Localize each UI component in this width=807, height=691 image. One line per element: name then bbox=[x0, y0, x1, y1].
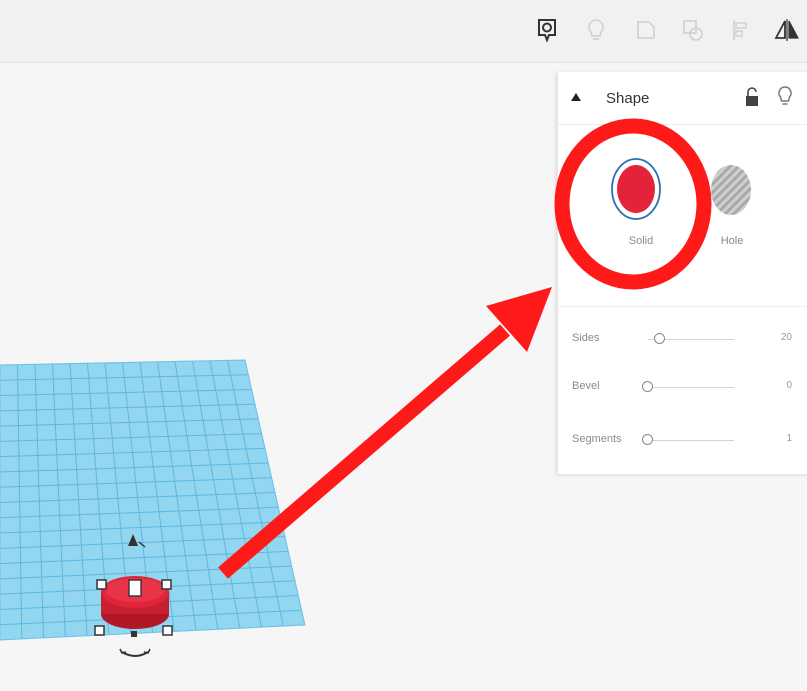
lightbulb-icon[interactable] bbox=[776, 84, 794, 108]
shape-inspector: Shape Solid Hole Sides 20 Bevel 0 Segmen… bbox=[557, 72, 807, 474]
align-icon bbox=[733, 20, 747, 40]
notes-tool-button[interactable] bbox=[532, 14, 562, 46]
ungroup-icon bbox=[683, 20, 703, 41]
hole-mode-button[interactable] bbox=[691, 162, 771, 223]
inspector-title: Shape bbox=[606, 90, 650, 107]
param-segments-value: 1 bbox=[786, 433, 792, 444]
inspector-header: Shape bbox=[558, 72, 807, 125]
mirror-button[interactable] bbox=[772, 14, 802, 46]
group-button[interactable] bbox=[631, 14, 661, 46]
param-bevel-label: Bevel bbox=[572, 380, 600, 392]
param-bevel-row: Bevel 0 bbox=[558, 372, 807, 402]
param-sides-label: Sides bbox=[572, 332, 600, 344]
segments-slider-track[interactable] bbox=[648, 440, 734, 441]
top-toolbar bbox=[0, 0, 807, 63]
ungroup-button[interactable] bbox=[678, 14, 708, 46]
solid-label: Solid bbox=[628, 235, 654, 247]
group-icon bbox=[637, 21, 655, 39]
align-button[interactable] bbox=[726, 14, 756, 46]
show-hide-button[interactable] bbox=[581, 14, 611, 46]
bevel-slider-knob[interactable] bbox=[642, 381, 653, 392]
solid-mode-button[interactable] bbox=[596, 158, 676, 225]
sides-slider-knob[interactable] bbox=[654, 333, 665, 344]
param-sides-row: Sides 20 bbox=[558, 324, 807, 354]
solid-swatch-icon bbox=[611, 158, 661, 220]
bevel-slider-track[interactable] bbox=[648, 387, 734, 388]
param-segments-label: Segments bbox=[572, 433, 622, 445]
segments-slider-knob[interactable] bbox=[642, 434, 653, 445]
collapse-triangle-icon[interactable] bbox=[568, 90, 584, 104]
hole-swatch-icon bbox=[711, 165, 751, 215]
param-bevel-value: 0 bbox=[786, 380, 792, 391]
lock-icon[interactable] bbox=[744, 86, 760, 108]
param-segments-row: Segments 1 bbox=[558, 425, 807, 455]
param-sides-value: 20 bbox=[780, 332, 792, 343]
inspector-divider bbox=[558, 306, 807, 307]
hole-label: Hole bbox=[720, 235, 744, 247]
lightbulb-icon bbox=[588, 19, 604, 40]
tinkercad-editor: Shape Solid Hole Sides 20 Bevel 0 Segmen… bbox=[0, 0, 807, 691]
mirror-icon bbox=[774, 19, 799, 41]
notes-icon bbox=[538, 19, 556, 43]
